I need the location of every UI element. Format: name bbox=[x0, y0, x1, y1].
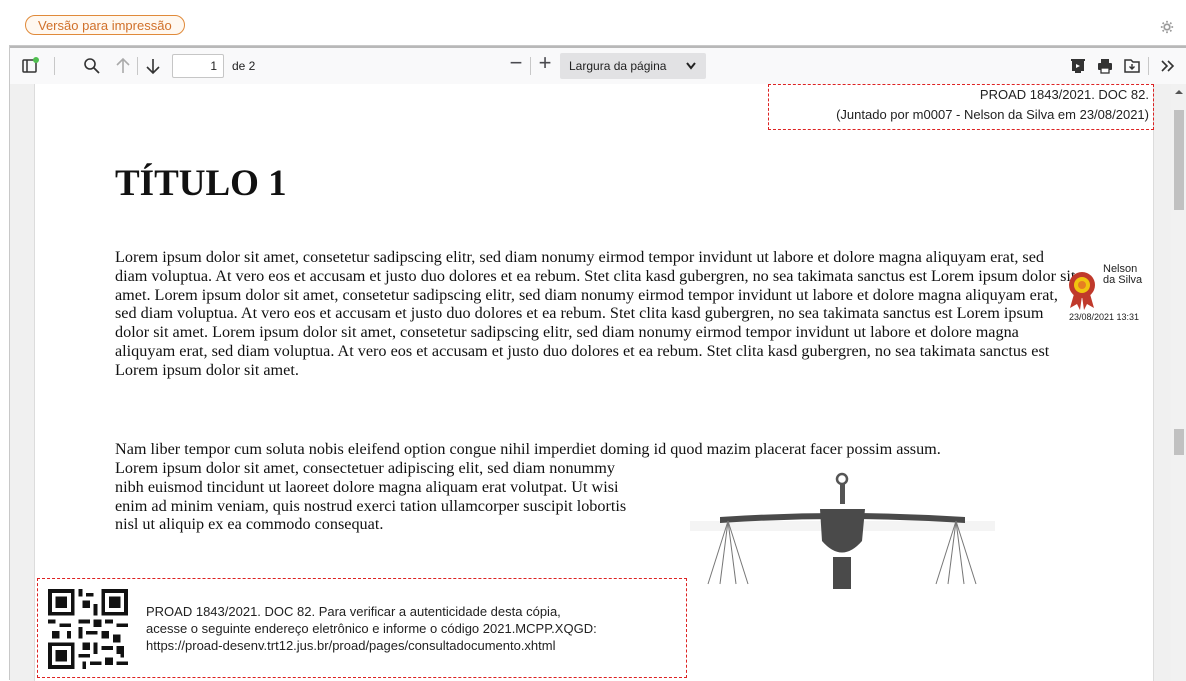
qr-code-icon bbox=[48, 589, 128, 669]
sidebar-toggle-icon[interactable] bbox=[20, 56, 40, 76]
zoom-out-button[interactable]: − bbox=[506, 52, 526, 74]
gear-icon[interactable] bbox=[1160, 20, 1174, 34]
signature-date: 23/08/2021 13:31 bbox=[1069, 312, 1140, 322]
zoom-select-value: Largura da página bbox=[569, 59, 667, 73]
scroll-up-icon[interactable] bbox=[1171, 87, 1186, 97]
page-number-input[interactable]: 1 bbox=[172, 54, 224, 78]
verification-text: PROAD 1843/2021. DOC 82. Para verificar … bbox=[146, 603, 597, 654]
toolbar-separator bbox=[137, 57, 138, 75]
verification-line1: PROAD 1843/2021. DOC 82. Para verificar … bbox=[146, 604, 561, 619]
stamp-top-line2: (Juntado por m0007 - Nelson da Silva em … bbox=[836, 107, 1149, 122]
toolbar-separator bbox=[530, 57, 531, 75]
double-chevron-right-icon[interactable] bbox=[1158, 56, 1178, 76]
digital-signature[interactable]: Nelson da Silva 23/08/2021 13:31 bbox=[1065, 264, 1155, 324]
print-icon[interactable] bbox=[1095, 56, 1115, 76]
zoom-select[interactable]: Largura da página bbox=[560, 53, 706, 79]
paragraph-1: Lorem ipsum dolor sit amet, consetetur s… bbox=[115, 248, 1076, 379]
save-icon[interactable] bbox=[1122, 56, 1142, 76]
seal-icon bbox=[1069, 272, 1095, 310]
search-icon[interactable] bbox=[82, 56, 102, 76]
toolbar-separator bbox=[54, 57, 55, 75]
scrollbar-thumb[interactable] bbox=[1174, 110, 1184, 210]
zoom-in-button[interactable]: + bbox=[535, 52, 555, 74]
page-title: TÍTULO 1 bbox=[115, 163, 287, 204]
scrollbar-thumb-secondary[interactable] bbox=[1174, 429, 1184, 455]
top-bar: Versão para impressão bbox=[9, 9, 1186, 45]
pdf-toolbar: 1 de 2 − + Largura da página bbox=[10, 46, 1186, 84]
stamp-bottom: PROAD 1843/2021. DOC 82. Para verificar … bbox=[37, 578, 687, 678]
presentation-icon[interactable] bbox=[1068, 56, 1088, 76]
stamp-top: PROAD 1843/2021. DOC 82. (Juntado por m0… bbox=[768, 84, 1154, 130]
signature-name: Nelson da Silva bbox=[1103, 263, 1143, 286]
page-count: de 2 bbox=[232, 59, 256, 73]
stamp-top-line1: PROAD 1843/2021. DOC 82. bbox=[979, 87, 1149, 102]
arrow-down-icon[interactable] bbox=[143, 56, 163, 76]
paragraph-2: Nam liber tempor cum soluta nobis eleife… bbox=[115, 440, 941, 458]
toolbar-separator bbox=[1148, 57, 1149, 75]
print-version-button[interactable]: Versão para impressão bbox=[25, 15, 185, 35]
pdf-viewer: 1 de 2 − + Largura da página PROAD 1843/… bbox=[9, 45, 1186, 681]
vertical-scrollbar[interactable] bbox=[1171, 84, 1186, 681]
arrow-up-icon[interactable] bbox=[113, 56, 133, 76]
document-area[interactable]: PROAD 1843/2021. DOC 82. (Juntado por m0… bbox=[10, 84, 1171, 681]
paragraph-3: Lorem ipsum dolor sit amet, consectetuer… bbox=[115, 459, 627, 534]
chevron-down-icon bbox=[686, 62, 696, 70]
pdf-page: PROAD 1843/2021. DOC 82. (Juntado por m0… bbox=[34, 84, 1154, 681]
scale-of-justice-image bbox=[690, 472, 995, 589]
verification-url[interactable]: https://proad-desenv.trt12.jus.br/proad/… bbox=[146, 637, 597, 654]
verification-line2: acesse o seguinte endereço eletrônico e … bbox=[146, 621, 597, 636]
